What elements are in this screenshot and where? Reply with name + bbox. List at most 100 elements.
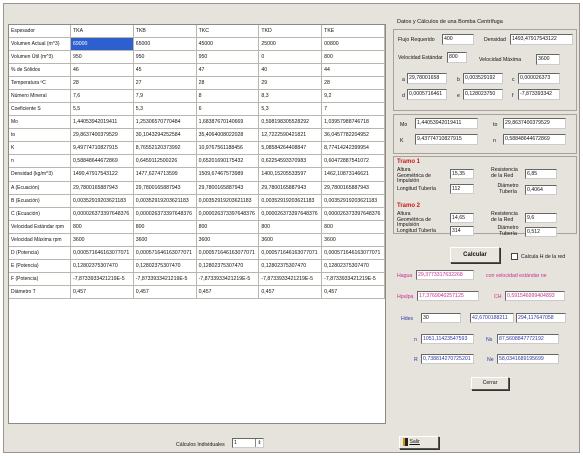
ne-value[interactable]: 58,0341689195699 <box>497 354 559 364</box>
grid-cell[interactable]: 0,00352919203621183 <box>196 194 260 208</box>
grid-cell[interactable]: 800 <box>70 220 134 234</box>
salir-button[interactable]: Salir <box>399 436 439 449</box>
grid-cell[interactable]: 3600 <box>196 233 260 248</box>
grid-cell[interactable]: 3600 <box>70 233 134 248</box>
grid-cell[interactable]: 44 <box>321 63 385 77</box>
grid-column-header[interactable]: TKC <box>196 25 260 38</box>
grid-cell[interactable]: 25000 <box>258 37 323 51</box>
h2-value[interactable]: 42,6700188211 <box>470 313 514 323</box>
grid-cell[interactable]: 950 <box>70 50 134 64</box>
grid-cell[interactable]: 0,457 <box>321 285 385 300</box>
tramo2-long-input[interactable]: 314 <box>450 226 474 236</box>
grid-cell[interactable]: 10,9767561188456 <box>196 141 260 156</box>
grid-cell[interactable]: 0,12802375307470 <box>70 259 134 274</box>
grid-cell[interactable]: 0,00352919203621183 <box>321 194 385 208</box>
spinner-arrows-icon[interactable]: ⇕ <box>255 439 263 447</box>
grid-cell[interactable]: 6 <box>196 102 260 117</box>
grid-cell[interactable]: -7,8733933421219E-5 <box>258 272 323 287</box>
grid-cell[interactable]: 0,000571646163077071 <box>133 246 197 261</box>
grid-cell[interactable]: 36,0457782204952 <box>321 128 385 143</box>
data-grid[interactable]: Espesador TKA TKB TKC TKD TKE Volumen Actual (… <box>8 24 386 424</box>
grid-column-header[interactable]: TKD <box>258 25 323 38</box>
grid-cell[interactable]: 29 <box>258 76 323 90</box>
grid-cell[interactable]: 47 <box>196 63 260 77</box>
grid-cell[interactable]: 1,03957988746718 <box>321 115 385 130</box>
grid-cell[interactable]: 0,000026373397648376 <box>133 207 197 221</box>
tramo2-alt-input[interactable]: 14,65 <box>450 213 474 223</box>
grid-cell[interactable]: 0,457 <box>70 285 134 300</box>
grid-cell[interactable]: 7 <box>321 102 385 117</box>
grid-cell[interactable]: 3600 <box>133 233 197 248</box>
grid-cell[interactable]: 800 <box>321 50 385 64</box>
grid-cell[interactable]: 0,00352919203621183 <box>70 194 134 208</box>
grid-cell[interactable]: 45000 <box>196 37 260 51</box>
grid-cell[interactable]: 0,12802375307470 <box>133 259 197 274</box>
grid-cell[interactable]: 1490,47917543122 <box>70 167 134 182</box>
grid-cell[interactable]: 0,000026373397648376 <box>196 207 260 221</box>
grid-cell[interactable]: 29,8637400379529 <box>70 128 134 143</box>
grid-cell[interactable]: 12,7222590421821 <box>258 128 323 143</box>
grid-cell[interactable]: 8 <box>196 89 260 103</box>
grid-cell[interactable]: 46 <box>70 63 134 77</box>
grid-cell[interactable]: 28 <box>70 76 134 90</box>
hpulpa-value[interactable]: 17,3769040257125 <box>417 291 479 301</box>
cerrar-button[interactable]: Cerrar <box>471 377 509 390</box>
grid-cell[interactable]: 0,00352919203621183 <box>258 194 323 208</box>
grid-cell[interactable]: 1477,6274713599 <box>133 167 197 182</box>
grid-cell[interactable]: 3600 <box>258 233 323 248</box>
a-input[interactable]: 29,78001658 <box>407 73 447 84</box>
grid-cell[interactable]: 35,4064008022028 <box>196 128 260 143</box>
grid-cell[interactable]: 950 <box>196 50 260 64</box>
grid-cell[interactable]: 0,65201690175432 <box>196 154 260 169</box>
grid-cell[interactable]: 0,60472887541072 <box>321 154 385 169</box>
grid-cell[interactable]: 800 <box>321 220 385 234</box>
f-input[interactable]: -7,873393342 <box>518 89 560 100</box>
grid-cell[interactable]: 0,457 <box>196 285 260 300</box>
grid-cell[interactable]: 0,000026373397648376 <box>70 207 134 221</box>
grid-cell[interactable]: 28 <box>321 76 385 90</box>
grid-column-header[interactable]: TKA <box>70 25 134 38</box>
grid-cell[interactable]: 30,1043294252584 <box>133 128 197 143</box>
d-input[interactable]: 0,0005716461 <box>407 89 447 100</box>
grid-cell[interactable]: 0,000571646163077071 <box>258 246 323 261</box>
grid-cell[interactable]: 0,000571646163077071 <box>70 246 134 261</box>
tramo2-res-input[interactable]: 9,6 <box>525 213 557 223</box>
grid-cell[interactable]: 69000 <box>70 37 134 51</box>
grid-cell[interactable]: 1509,67467573989 <box>196 167 260 182</box>
grid-cell[interactable]: 1,68387670140669 <box>196 115 260 130</box>
grid-cell[interactable]: 29,7800165887943 <box>70 181 134 195</box>
grid-cell[interactable]: 29,7800165887943 <box>196 181 260 195</box>
grid-cell[interactable]: 65000 <box>133 37 197 51</box>
tramo2-diam-input[interactable]: 0,512 <box>525 227 557 237</box>
grid-cell[interactable]: 27 <box>133 76 197 90</box>
tramo1-res-input[interactable]: 6,85 <box>525 169 557 179</box>
flujo-input[interactable]: 400 <box>442 34 474 45</box>
grid-cell[interactable]: 0,12802375307470 <box>321 259 385 274</box>
grid-cell[interactable]: 5,3 <box>258 102 323 117</box>
calc-individuales-spinner[interactable]: 1 ⇕ <box>232 438 264 448</box>
tramo1-long-input[interactable]: 112 <box>450 184 474 194</box>
grid-cell[interactable]: 800 <box>196 220 260 234</box>
grid-column-header[interactable]: Espesador <box>9 25 71 38</box>
grid-cell[interactable]: 8,3 <box>258 89 323 103</box>
grid-cell[interactable]: 9,49774710827915 <box>70 141 134 156</box>
grid-cell[interactable]: 800 <box>133 220 197 234</box>
grid-cell[interactable]: -7,8733933421219E-5 <box>70 272 134 287</box>
grid-cell[interactable]: -7,8733933421219E-5 <box>196 272 260 287</box>
grid-cell[interactable]: 0 <box>258 50 323 64</box>
ch-value[interactable]: 0,591546999404893 <box>505 291 565 301</box>
mo-input[interactable]: 1,44053942019411 <box>415 118 478 129</box>
vel-std-input[interactable]: 800 <box>447 52 467 63</box>
grid-cell[interactable]: 0,000571646163077071 <box>196 246 260 261</box>
to-input[interactable]: 29,8637400379529 <box>503 118 566 129</box>
densidad-input[interactable]: 1493,47917543122 <box>510 34 573 45</box>
grid-cell[interactable]: 9,2 <box>321 89 385 103</box>
grid-cell[interactable]: 0,457 <box>258 285 323 300</box>
c-input[interactable]: 0,000026373 <box>518 73 560 84</box>
grid-cell[interactable]: 0,000026373397648376 <box>258 207 323 221</box>
grid-cell[interactable]: 0,6459112500226 <box>133 154 197 169</box>
calcular-button[interactable]: Calcular <box>450 247 500 263</box>
grid-cell[interactable]: 5,3 <box>133 102 197 117</box>
hagua-value[interactable]: 29,3773317632268 <box>416 270 474 280</box>
n2-value[interactable]: 1051,11423547593 <box>421 334 474 344</box>
